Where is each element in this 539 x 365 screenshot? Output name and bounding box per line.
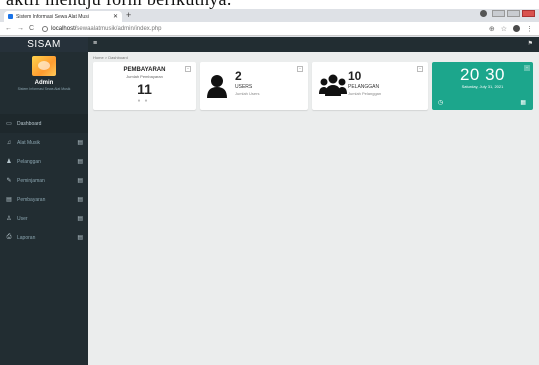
pembayaran-subtitle: Jumlah Pembayaran xyxy=(126,74,163,79)
user-panel: Admin Sistem Informasi Sewa Alat Musik xyxy=(0,52,88,114)
clock-date: Saturday, July 31, 2021 xyxy=(461,84,504,89)
calendar-icon: ▦ xyxy=(520,100,526,106)
menu-dots-icon[interactable]: ⋮ xyxy=(526,25,533,33)
sidebar-item-pembayaran[interactable]: ▤ Pembayaran ▤ xyxy=(0,190,88,209)
expand-icon[interactable]: ▤ xyxy=(77,196,83,203)
caption-strip: aktif menuju form berikutnya. xyxy=(0,0,539,9)
account-icon[interactable] xyxy=(513,25,520,32)
sidebar-item-label: Dashboard xyxy=(17,120,42,127)
sidebar-item-peminjaman[interactable]: ✎ Peminjaman ▤ xyxy=(0,171,88,190)
sidebar-item-label: Pelanggan xyxy=(17,158,41,165)
users-count: 2 xyxy=(235,69,242,83)
breadcrumb: Home > Dashboard xyxy=(93,55,128,60)
sidebar-menu: ▭ Dashboard ♫ Alat Musik ▤ ♟ Pelanggan ▤ ✎ Peminj… xyxy=(0,114,88,247)
sidebar-item-label: User xyxy=(17,215,28,222)
control-sidebar-icon[interactable]: ⚑ xyxy=(528,40,533,47)
pembayaran-count: 11 xyxy=(137,81,152,97)
music-note-icon: ♫ xyxy=(6,139,12,146)
sidebar-item-label: Peminjaman xyxy=(17,177,45,184)
expand-icon[interactable]: ▤ xyxy=(77,158,83,165)
expand-icon[interactable]: ▤ xyxy=(77,139,83,146)
zoom-icon[interactable]: ⊕ xyxy=(489,25,495,33)
maximize-button[interactable] xyxy=(507,10,520,17)
new-tab-icon[interactable]: + xyxy=(126,11,131,20)
tab-title: Sistem Informasi Sewa Alat Musi xyxy=(16,13,89,20)
pelanggan-label: PELANGGAN xyxy=(348,84,380,90)
info-icon[interactable] xyxy=(42,25,49,32)
sidebar-item-pelanggan[interactable]: ♟ Pelanggan ▤ xyxy=(0,152,88,171)
sidebar: Admin Sistem Informasi Sewa Alat Musik ▭… xyxy=(0,52,88,365)
pembayaran-title: PEMBAYARAN xyxy=(123,67,166,73)
print-icon: ⎙ xyxy=(6,234,12,240)
minimize-button[interactable] xyxy=(492,10,505,17)
user-subtitle: Sistem Informasi Sewa Alat Musik xyxy=(17,87,71,91)
pelanggan-card: − 10 PELANGGAN Jumlah Pelanggan xyxy=(312,62,428,110)
sidebar-item-user[interactable]: ♙ User ▤ xyxy=(0,209,88,228)
sidebar-item-alat-musik[interactable]: ♫ Alat Musik ▤ xyxy=(0,133,88,152)
avatar xyxy=(32,56,56,76)
url-host: localhost/ xyxy=(51,25,77,32)
users-group-icon xyxy=(319,74,347,100)
collapse-icon[interactable]: − xyxy=(417,66,423,72)
sidebar-item-dashboard[interactable]: ▭ Dashboard xyxy=(0,114,88,133)
clock-time: 20 30 xyxy=(459,65,506,84)
brand-logo[interactable]: SISAM xyxy=(0,37,88,52)
users-label: USERS xyxy=(235,84,253,90)
browser-window: Sistem Informasi Sewa Alat Musi ✕ + ←→C … xyxy=(0,9,539,365)
collapse-icon[interactable]: − xyxy=(524,65,530,71)
sidebar-item-laporan[interactable]: ⎙ Laporan ▤ xyxy=(0,228,88,247)
monitor-icon: ▭ xyxy=(6,121,12,127)
app-header: SISAM ≡ ⚑ xyxy=(0,37,539,52)
money-icon: ▤ xyxy=(6,197,12,203)
close-tab-icon[interactable]: ✕ xyxy=(113,13,118,20)
browser-tab[interactable]: Sistem Informasi Sewa Alat Musi ✕ xyxy=(4,11,122,22)
profile-icon[interactable] xyxy=(480,10,487,17)
close-window-button[interactable] xyxy=(522,10,535,17)
expand-icon[interactable]: ▤ xyxy=(77,234,83,241)
tab-bar: Sistem Informasi Sewa Alat Musi ✕ + xyxy=(0,9,539,22)
url-text[interactable]: localhost/sewaalatmusik/admin/index.php xyxy=(51,26,161,32)
admin-app: SISAM ≡ ⚑ Admin Sistem Informasi Sewa Al… xyxy=(0,37,539,365)
collapse-icon[interactable]: − xyxy=(297,66,303,72)
pelanggan-count: 10 xyxy=(348,69,362,83)
user-icon: ♙ xyxy=(6,216,12,222)
favicon-icon xyxy=(8,14,13,19)
users-icon: ♟ xyxy=(6,159,12,165)
caption-text: aktif menuju form berikutnya. xyxy=(6,0,539,8)
user-name: Admin xyxy=(34,80,54,86)
pelanggan-subtitle: Jumlah Pelanggan xyxy=(348,91,382,96)
users-subtitle: Jumlah Users xyxy=(235,91,260,96)
pembayaran-card: − PEMBAYARAN Jumlah Pembayaran 11 ●● xyxy=(93,62,196,110)
nav-buttons[interactable]: ←→C xyxy=(5,25,39,32)
address-bar[interactable]: ←→C localhost/sewaalatmusik/admin/index.… xyxy=(0,22,539,36)
sidebar-item-label: Laporan xyxy=(17,234,36,241)
expand-icon[interactable]: ▤ xyxy=(77,177,83,184)
carousel-dots[interactable]: ●● xyxy=(93,98,196,104)
edit-icon: ✎ xyxy=(6,178,12,184)
sidebar-item-label: Pembayaran xyxy=(17,196,46,203)
url-path: sewaalatmusik/admin/index.php xyxy=(76,25,162,32)
address-actions: ⊕ ☆ ⋮ xyxy=(489,25,533,33)
users-card: − 2 USERS Jumlah Users xyxy=(200,62,308,110)
user-icon xyxy=(207,74,227,102)
clock-icon: ◷ xyxy=(438,100,444,106)
sidebar-toggle-icon[interactable]: ≡ xyxy=(93,40,97,47)
window-controls xyxy=(480,10,535,17)
sidebar-item-label: Alat Musik xyxy=(17,139,41,146)
clock-widget: − 20 30 Saturday, July 31, 2021 ◷ ▦ xyxy=(432,62,533,110)
star-icon[interactable]: ☆ xyxy=(501,25,507,33)
collapse-icon[interactable]: − xyxy=(185,66,191,72)
expand-icon[interactable]: ▤ xyxy=(77,215,83,222)
